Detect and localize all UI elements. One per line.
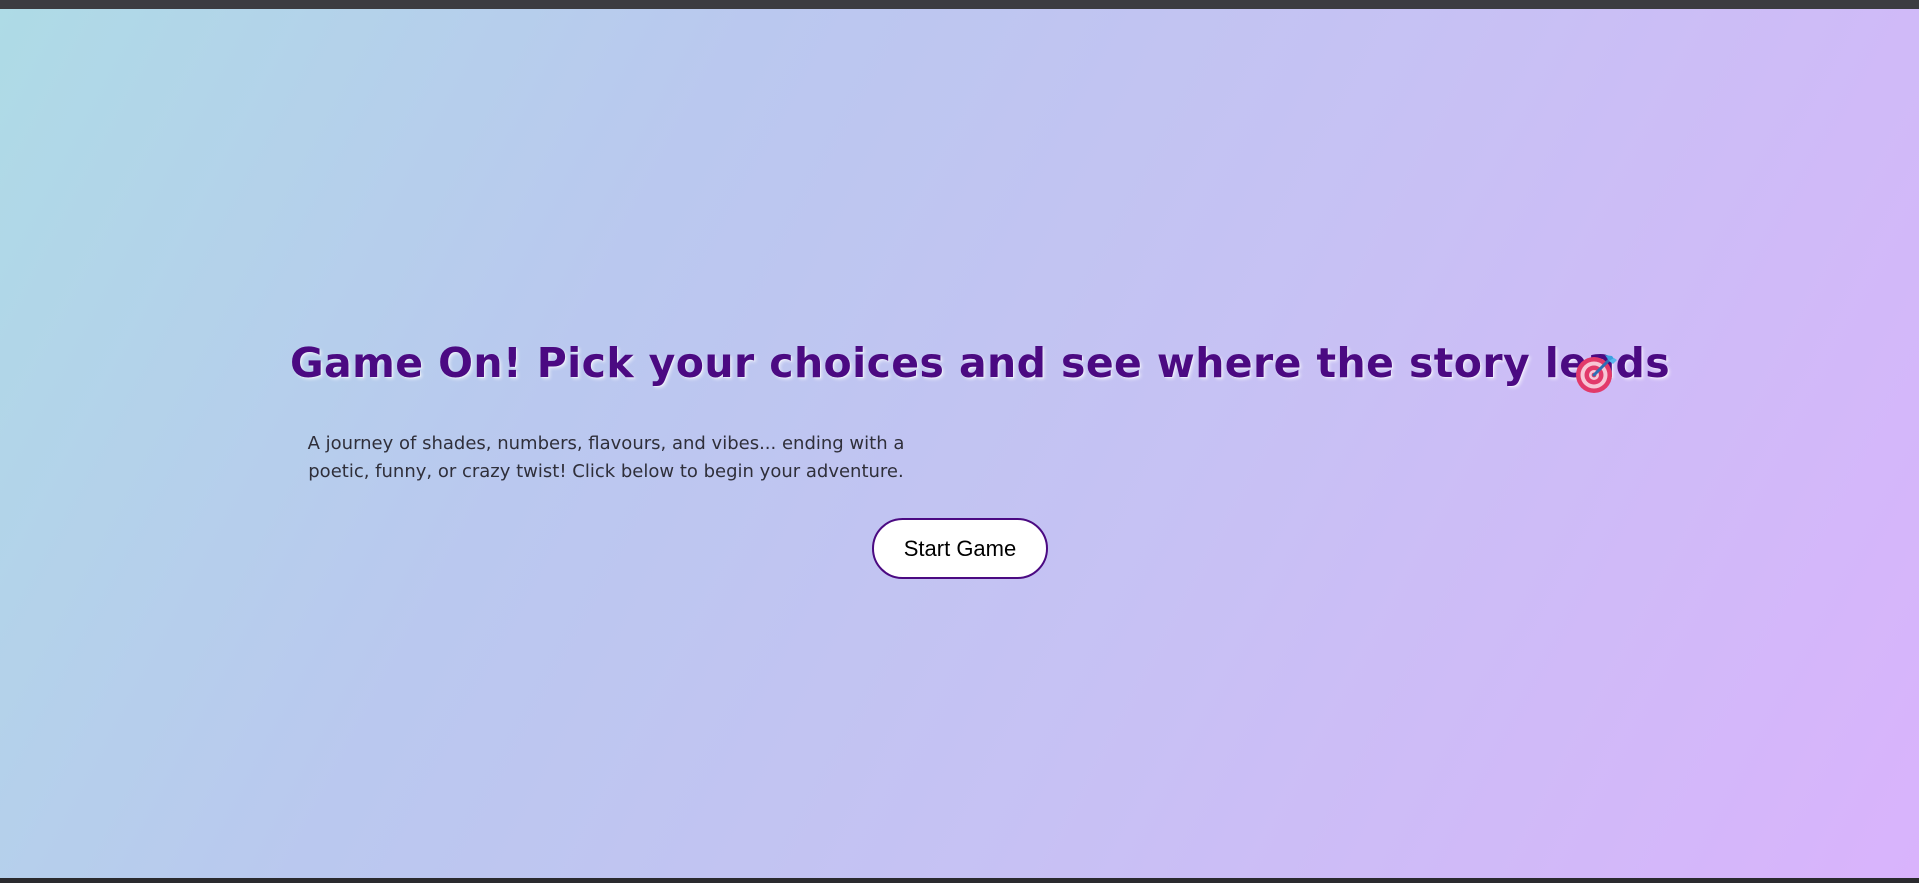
game-start-screen: Game On! Pick your choices and see where… bbox=[0, 9, 1919, 878]
browser-top-bar bbox=[0, 0, 1919, 9]
start-game-button[interactable]: Start Game bbox=[872, 518, 1048, 579]
page-title: Game On! Pick your choices and see where… bbox=[290, 339, 1671, 387]
intro-description: A journey of shades, numbers, flavours, … bbox=[307, 433, 905, 482]
target-icon bbox=[1574, 351, 1618, 395]
browser-bottom-bar bbox=[0, 878, 1919, 883]
